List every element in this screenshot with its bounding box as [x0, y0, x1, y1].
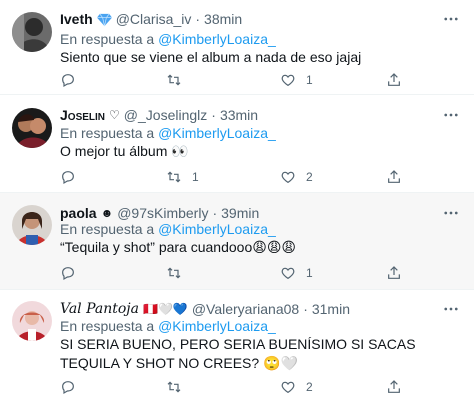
avatar-image	[12, 301, 52, 341]
reply-icon	[60, 169, 76, 185]
tweet-text: “Tequila y shot” para cuandooo😩😩😩	[60, 239, 297, 255]
user-handle[interactable]: @Clarisa_iv	[116, 9, 192, 29]
user-handle[interactable]: @_Joselinglz	[124, 105, 207, 125]
retweet-button[interactable]	[166, 377, 192, 397]
separator: ·	[303, 301, 308, 317]
like-count: 1	[306, 266, 313, 280]
like-button[interactable]: 2	[280, 377, 313, 397]
reply-button[interactable]	[60, 377, 86, 397]
like-button[interactable]: 1	[280, 70, 313, 90]
reply-context: En respuesta a @KimberlyLoaiza_	[60, 220, 276, 239]
action-bar: 1 2	[60, 167, 400, 187]
like-button[interactable]: 1	[280, 263, 313, 283]
reply-label: En respuesta a	[60, 221, 155, 237]
tweet[interactable]: Joselin ♡ @_Joselinglz · 33min En respue…	[0, 95, 474, 193]
display-name[interactable]: Joselin	[60, 105, 105, 125]
share-button[interactable]	[386, 377, 402, 397]
reply-context: En respuesta a @KimberlyLoaiza_	[60, 30, 276, 49]
like-count: 1	[306, 73, 313, 87]
separator: ·	[211, 107, 216, 123]
reply-context: En respuesta a @KimberlyLoaiza_	[60, 317, 276, 336]
like-button[interactable]: 2	[280, 167, 313, 187]
like-count: 2	[306, 170, 313, 184]
share-icon	[386, 72, 402, 88]
action-bar: 1	[60, 263, 400, 283]
separator: ·	[195, 11, 201, 27]
tweet-text: O mejor tu álbum 👀	[60, 143, 189, 159]
reply-mention[interactable]: @KimberlyLoaiza_	[158, 318, 276, 334]
display-name[interactable]: Iveth	[60, 9, 93, 29]
reply-button[interactable]	[60, 167, 86, 187]
action-bar: 1	[60, 70, 400, 90]
tweet[interactable]: paola ☻ @97sKimberly · 39min En respuest…	[0, 193, 474, 290]
like-icon	[280, 379, 296, 395]
reply-mention[interactable]: @KimberlyLoaiza_	[158, 125, 276, 141]
retweet-icon	[166, 169, 182, 185]
reply-label: En respuesta a	[60, 31, 155, 47]
tweet-header: Val Pantoja 🇵🇪🤍💙 @Valeryariana08 · 31min	[60, 299, 434, 319]
share-icon	[386, 169, 402, 185]
avatar-image	[12, 108, 52, 148]
reply-icon	[60, 379, 76, 395]
share-button[interactable]	[386, 70, 402, 90]
reply-mention[interactable]: @KimberlyLoaiza_	[158, 31, 276, 47]
avatar-image	[12, 12, 52, 52]
like-icon	[280, 169, 296, 185]
name-emoji: ♡	[109, 108, 120, 122]
more-icon[interactable]	[442, 300, 460, 318]
reply-context: En respuesta a @KimberlyLoaiza_	[60, 124, 276, 143]
tweet[interactable]: Val Pantoja 🇵🇪🤍💙 @Valeryariana08 · 31min…	[0, 290, 474, 403]
more-icon[interactable]	[442, 10, 460, 28]
retweet-icon	[166, 265, 182, 281]
like-count: 2	[306, 380, 313, 394]
share-button[interactable]	[386, 263, 402, 283]
retweet-button[interactable]	[166, 70, 192, 90]
like-icon	[280, 72, 296, 88]
reply-button[interactable]	[60, 70, 86, 90]
action-bar: 2	[60, 377, 400, 397]
name-emoji: 🇵🇪🤍💙	[143, 302, 188, 316]
timestamp[interactable]: 38min	[204, 9, 242, 29]
user-handle[interactable]: @Valeryariana08	[192, 299, 299, 319]
reply-icon	[60, 265, 76, 281]
display-name[interactable]: Val Pantoja	[60, 299, 139, 319]
tweet-text: Siento que se viene el album a nada de e…	[60, 49, 362, 65]
diamond-icon	[96, 12, 112, 27]
more-icon[interactable]	[442, 106, 460, 124]
avatar[interactable]	[12, 205, 52, 245]
timestamp[interactable]: 31min	[312, 299, 350, 319]
avatar-image	[12, 205, 52, 245]
tweet-text: SI SERIA BUENO, PERO SERIA BUENÍSIMO SI …	[60, 336, 416, 371]
timestamp[interactable]: 33min	[220, 105, 258, 125]
reply-label: En respuesta a	[60, 125, 155, 141]
retweet-count: 1	[192, 170, 199, 184]
retweet-icon	[166, 379, 182, 395]
reply-button[interactable]	[60, 263, 86, 283]
retweet-button[interactable]: 1	[166, 167, 199, 187]
tweet-header: Iveth @Clarisa_iv · 38min	[60, 9, 434, 29]
more-icon[interactable]	[442, 204, 460, 222]
avatar[interactable]	[12, 301, 52, 341]
reply-icon	[60, 72, 76, 88]
share-icon	[386, 379, 402, 395]
avatar[interactable]	[12, 108, 52, 148]
share-icon	[386, 265, 402, 281]
reply-label: En respuesta a	[60, 318, 155, 334]
reply-mention[interactable]: @KimberlyLoaiza_	[158, 221, 276, 237]
tweet[interactable]: Iveth @Clarisa_iv · 38min En respuesta a…	[0, 0, 474, 95]
retweet-icon	[166, 72, 182, 88]
like-icon	[280, 265, 296, 281]
retweet-button[interactable]	[166, 263, 192, 283]
share-button[interactable]	[386, 167, 402, 187]
avatar[interactable]	[12, 12, 52, 52]
tweet-header: Joselin ♡ @_Joselinglz · 33min	[60, 105, 434, 125]
